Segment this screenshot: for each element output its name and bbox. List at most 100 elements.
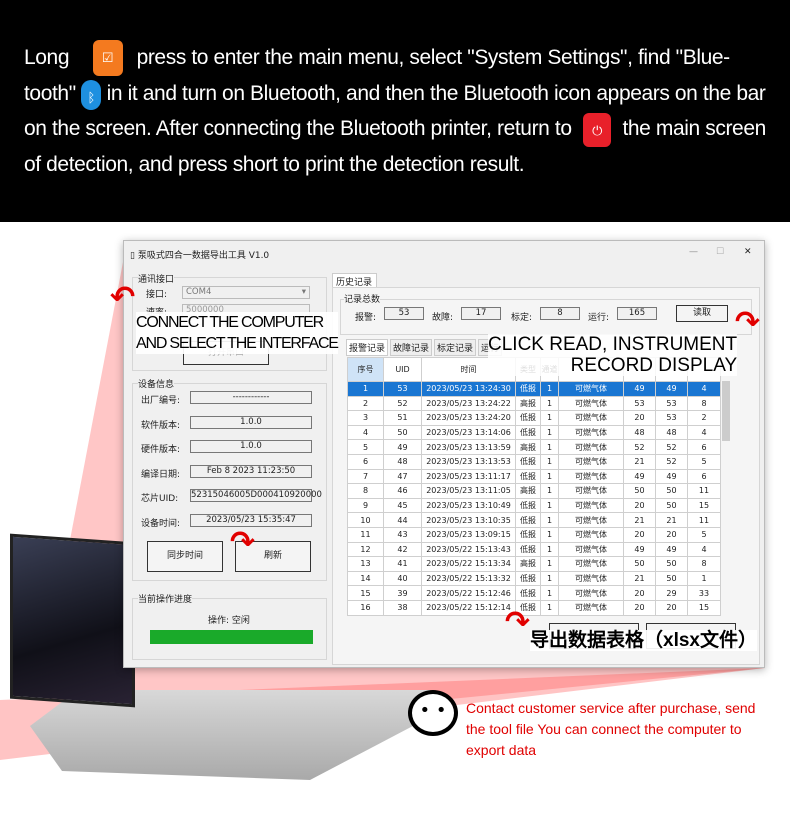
- table-row[interactable]: 10 44 2023/05/23 13:10:35 低报 1 可燃气体 21 21 11: [347, 512, 721, 528]
- table-row[interactable]: 9 45 2023/05/23 13:10:49 低报 1 可燃气体 20 50 15: [347, 497, 721, 514]
- subtab[interactable]: 故障记录: [390, 339, 433, 356]
- table-cell: 40: [383, 570, 422, 587]
- table-row[interactable]: 16 38 2023/05/22 15:12:14 低报 1 可燃气体 20 20 15: [347, 599, 721, 616]
- caption-connect: CONNECT THE COMPUTER AND SELECT THE INTE…: [136, 312, 339, 354]
- group-label: 通讯接口: [138, 272, 175, 285]
- subtab[interactable]: 标定记录: [434, 339, 477, 356]
- sync-time-button[interactable]: 同步时间: [147, 541, 223, 572]
- table-row[interactable]: 14 40 2023/05/22 15:13:32 低报 1 可燃气体 21 50 1: [347, 570, 721, 587]
- table-cell: 49: [623, 468, 656, 485]
- table-cell: 低报: [515, 497, 541, 514]
- table-cell: 1: [540, 395, 559, 412]
- table-cell: 可燃气体: [558, 570, 624, 587]
- table-cell: 可燃气体: [558, 381, 624, 397]
- table-cell: 2023/05/23 13:24:20: [421, 410, 516, 426]
- table-cell: 14: [347, 570, 384, 587]
- table-row[interactable]: 1 53 2023/05/23 13:24:30 低报 1 可燃气体 49 49 4: [347, 381, 721, 397]
- table-cell: 52: [623, 439, 656, 455]
- table-cell: 52: [655, 439, 688, 455]
- table-cell: 21: [623, 570, 656, 587]
- table-row[interactable]: 3 51 2023/05/23 13:24:20 低报 1 可燃气体 20 53 2: [347, 410, 721, 426]
- table-cell: 可燃气体: [558, 526, 624, 543]
- record-tabs: 报警记录故障记录标定记录运行: [346, 339, 503, 356]
- table-cell: 8: [687, 556, 721, 572]
- device-field-label: 出厂编号:: [141, 396, 181, 406]
- table-cell: 1: [347, 381, 384, 397]
- table-cell: 21: [623, 453, 656, 470]
- table-row[interactable]: 5 49 2023/05/23 13:13:59 高报 1 可燃气体 52 52 6: [347, 439, 721, 455]
- table-cell: 6: [687, 439, 721, 455]
- table-cell: 49: [655, 381, 688, 397]
- table-row[interactable]: 6 48 2023/05/23 13:13:53 低报 1 可燃气体 21 52 5: [347, 453, 721, 470]
- table-cell: 高报: [515, 395, 541, 412]
- table-cell: 1: [540, 541, 559, 558]
- read-button[interactable]: 读取: [676, 305, 728, 322]
- table-row[interactable]: 12 42 2023/05/22 15:13:43 低报 1 可燃气体 49 49 4: [347, 541, 721, 558]
- table-cell: 可燃气体: [558, 599, 624, 616]
- caption-export: 导出数据表格（xlsx文件）: [530, 630, 757, 651]
- table-cell: 低报: [515, 410, 541, 426]
- table-cell: 49: [623, 381, 656, 397]
- table-cell: 20: [623, 599, 656, 616]
- table-row[interactable]: 15 39 2023/05/22 15:12:46 低报 1 可燃气体 20 29 33: [347, 585, 721, 601]
- close-button[interactable]: ✕: [744, 247, 752, 257]
- table-cell: 2023/05/22 15:12:46: [421, 585, 516, 601]
- table-cell: 13: [347, 556, 384, 572]
- table-cell: 11: [687, 483, 721, 499]
- subtab[interactable]: 报警记录: [346, 339, 389, 356]
- table-cell: 10: [347, 512, 384, 528]
- table-row[interactable]: 4 50 2023/05/23 13:14:06 低报 1 可燃气体 48 48 4: [347, 424, 721, 441]
- group-label: 设备信息: [138, 377, 175, 390]
- table-cell: 48: [623, 424, 656, 441]
- table-cell: 33: [687, 585, 721, 601]
- table-row[interactable]: 2 52 2023/05/23 13:24:22 高报 1 可燃气体 53 53 8: [347, 395, 721, 412]
- minimize-button[interactable]: —: [689, 247, 698, 257]
- table-row[interactable]: 13 41 2023/05/22 15:13:34 高报 1 可燃气体 50 50 8: [347, 556, 721, 572]
- table-cell: 可燃气体: [558, 439, 624, 455]
- table-row[interactable]: 7 47 2023/05/23 13:11:17 低报 1 可燃气体 49 49 6: [347, 468, 721, 485]
- column-header[interactable]: 序号: [347, 357, 384, 382]
- table-cell: 20: [623, 497, 656, 514]
- records-table: 序号UID时间类型通道1532023/05/23 13:24:30低报1可燃气体…: [347, 357, 721, 616]
- table-cell: 50: [655, 570, 688, 587]
- column-header[interactable]: UID: [383, 357, 422, 382]
- table-cell: 52: [655, 453, 688, 470]
- table-cell: 50: [623, 483, 656, 499]
- table-cell: 1: [540, 410, 559, 426]
- table-cell: 1: [540, 468, 559, 485]
- table-cell: 1: [540, 381, 559, 397]
- table-cell: 低报: [515, 526, 541, 543]
- table-cell: 可燃气体: [558, 497, 624, 514]
- table-cell: 11: [687, 512, 721, 528]
- table-scrollbar[interactable]: [722, 381, 730, 441]
- maximize-button[interactable]: ☐: [716, 247, 724, 257]
- window-title: ▯ 泵吸式四合一数据导出工具 V1.0: [130, 251, 270, 261]
- port-select[interactable]: COM4 ▾: [182, 286, 310, 299]
- footer-note: Contact customer service after purchase,…: [466, 700, 756, 758]
- table-cell: 53: [655, 410, 688, 426]
- progress-status: 操作: 空闲: [208, 616, 250, 626]
- table-cell: 50: [655, 483, 688, 499]
- table-cell: 48: [383, 453, 422, 470]
- fault-label: 故障:: [432, 313, 454, 323]
- laptop-screen: [10, 533, 135, 708]
- table-cell: 52: [383, 395, 422, 412]
- table-cell: 45: [383, 497, 422, 514]
- table-cell: 低报: [515, 570, 541, 587]
- table-cell: 可燃气体: [558, 468, 624, 485]
- table-cell: 15: [687, 497, 721, 514]
- device-field-label: 软件版本:: [141, 420, 181, 431]
- table-cell: 49: [623, 541, 656, 558]
- table-cell: 21: [623, 512, 656, 528]
- tab-history[interactable]: 历史记录: [332, 273, 377, 288]
- table-cell: 可燃气体: [558, 512, 624, 528]
- table-row[interactable]: 11 43 2023/05/23 13:09:15 低报 1 可燃气体 20 20 5: [347, 526, 721, 543]
- table-cell: 1: [540, 439, 559, 455]
- table-cell: 1: [540, 556, 559, 572]
- table-cell: 15: [347, 585, 384, 601]
- table-cell: 20: [623, 410, 656, 426]
- title: 泵吸式四合一数据导出工具 V1.0: [137, 251, 270, 261]
- alarm-label: 报警:: [355, 313, 377, 323]
- table-cell: 4: [687, 541, 721, 558]
- table-row[interactable]: 8 46 2023/05/23 13:11:05 高报 1 可燃气体 50 50 11: [347, 483, 721, 499]
